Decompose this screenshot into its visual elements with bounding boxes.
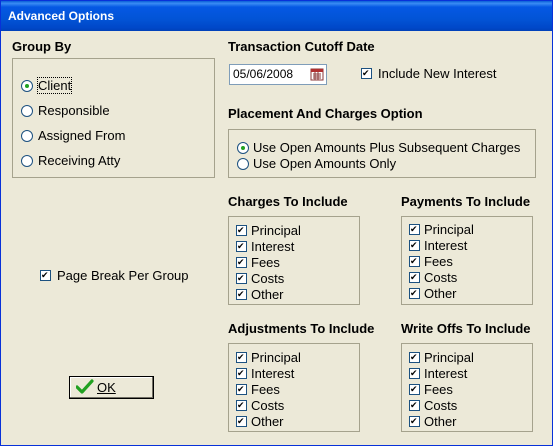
radio-open-only-label[interactable]: Use Open Amounts Only xyxy=(253,156,396,171)
payments-box: Principal Interest Fees Costs Other xyxy=(401,216,533,305)
writeoffs-principal-checkbox[interactable] xyxy=(409,352,420,363)
adjustments-principal-label[interactable]: Principal xyxy=(251,350,301,365)
charges-interest-label[interactable]: Interest xyxy=(251,239,294,254)
payments-other-checkbox[interactable] xyxy=(409,288,420,299)
ok-button-label[interactable]: OK xyxy=(97,380,116,395)
writeoffs-box: Principal Interest Fees Costs Other xyxy=(401,343,533,432)
cutoff-date-value[interactable]: 05/06/2008 xyxy=(233,67,293,81)
dialog-body: Group By Client Responsible Assigned Fro… xyxy=(4,31,549,442)
radio-responsible-indicator[interactable] xyxy=(21,105,33,117)
cutoff-date-input[interactable]: 05/06/2008 xyxy=(229,64,327,85)
charges-costs-label[interactable]: Costs xyxy=(251,271,284,286)
placement-box: Use Open Amounts Plus Subsequent Charges… xyxy=(228,129,536,178)
radio-open-only[interactable] xyxy=(237,158,249,170)
writeoffs-interest-checkbox[interactable] xyxy=(409,368,420,379)
adjustments-box: Principal Interest Fees Costs Other xyxy=(228,343,360,432)
radio-open-plus-subsequent-label[interactable]: Use Open Amounts Plus Subsequent Charges xyxy=(253,140,520,155)
writeoffs-other-checkbox[interactable] xyxy=(409,416,420,427)
charges-header: Charges To Include xyxy=(228,194,348,209)
radio-client-label[interactable]: Client xyxy=(36,77,73,94)
radio-assigned-from-label[interactable]: Assigned From xyxy=(38,128,125,143)
adjustments-other-checkbox[interactable] xyxy=(236,416,247,427)
writeoffs-principal-label[interactable]: Principal xyxy=(424,350,474,365)
radio-assigned-from-indicator[interactable] xyxy=(21,130,33,142)
writeoffs-header: Write Offs To Include xyxy=(401,321,531,336)
radio-receiving-atty-label[interactable]: Receiving Atty xyxy=(38,153,120,168)
payments-fees-label[interactable]: Fees xyxy=(424,254,453,269)
payments-principal-checkbox[interactable] xyxy=(409,224,420,235)
writeoffs-costs-label[interactable]: Costs xyxy=(424,398,457,413)
writeoffs-fees-checkbox[interactable] xyxy=(409,384,420,395)
charges-costs-checkbox[interactable] xyxy=(236,273,247,284)
payments-header: Payments To Include xyxy=(401,194,531,209)
charges-box: Principal Interest Fees Costs Other xyxy=(228,216,360,305)
adjustments-fees-label[interactable]: Fees xyxy=(251,382,280,397)
radio-responsible-label[interactable]: Responsible xyxy=(38,103,110,118)
charges-other-label[interactable]: Other xyxy=(251,287,284,302)
checkmark-icon xyxy=(76,379,94,394)
adjustments-costs-label[interactable]: Costs xyxy=(251,398,284,413)
writeoffs-fees-label[interactable]: Fees xyxy=(424,382,453,397)
adjustments-fees-checkbox[interactable] xyxy=(236,384,247,395)
charges-interest-checkbox[interactable] xyxy=(236,241,247,252)
radio-receiving-atty-indicator[interactable] xyxy=(21,155,33,167)
adjustments-costs-checkbox[interactable] xyxy=(236,400,247,411)
page-break-label[interactable]: Page Break Per Group xyxy=(57,268,189,283)
writeoffs-costs-checkbox[interactable] xyxy=(409,400,420,411)
payments-other-label[interactable]: Other xyxy=(424,286,457,301)
calendar-icon[interactable] xyxy=(309,66,325,83)
adjustments-header: Adjustments To Include xyxy=(228,321,375,336)
window-title: Advanced Options xyxy=(8,9,115,23)
include-new-interest-checkbox[interactable] xyxy=(361,68,372,79)
payments-costs-label[interactable]: Costs xyxy=(424,270,457,285)
charges-principal-checkbox[interactable] xyxy=(236,225,247,236)
payments-fees-checkbox[interactable] xyxy=(409,256,420,267)
charges-other-checkbox[interactable] xyxy=(236,289,247,300)
writeoffs-interest-label[interactable]: Interest xyxy=(424,366,467,381)
writeoffs-other-label[interactable]: Other xyxy=(424,414,457,429)
cutoff-header: Transaction Cutoff Date xyxy=(228,39,375,54)
title-bar[interactable]: Advanced Options xyxy=(1,1,552,31)
payments-interest-checkbox[interactable] xyxy=(409,240,420,251)
charges-principal-label[interactable]: Principal xyxy=(251,223,301,238)
adjustments-other-label[interactable]: Other xyxy=(251,414,284,429)
adjustments-principal-checkbox[interactable] xyxy=(236,352,247,363)
adjustments-interest-checkbox[interactable] xyxy=(236,368,247,379)
advanced-options-window: Advanced Options Group By Client Respons… xyxy=(0,0,553,446)
page-break-checkbox[interactable] xyxy=(40,270,51,281)
group-by-box: Client Responsible Assigned From Receivi… xyxy=(12,58,215,178)
group-by-header: Group By xyxy=(12,39,72,54)
radio-client-indicator[interactable] xyxy=(21,80,33,92)
adjustments-interest-label[interactable]: Interest xyxy=(251,366,294,381)
include-new-interest-label[interactable]: Include New Interest xyxy=(378,66,497,81)
charges-fees-label[interactable]: Fees xyxy=(251,255,280,270)
placement-header: Placement And Charges Option xyxy=(228,106,423,121)
payments-interest-label[interactable]: Interest xyxy=(424,238,467,253)
radio-open-plus-subsequent[interactable] xyxy=(237,142,249,154)
payments-costs-checkbox[interactable] xyxy=(409,272,420,283)
charges-fees-checkbox[interactable] xyxy=(236,257,247,268)
payments-principal-label[interactable]: Principal xyxy=(424,222,474,237)
ok-button[interactable]: OK xyxy=(69,376,154,399)
